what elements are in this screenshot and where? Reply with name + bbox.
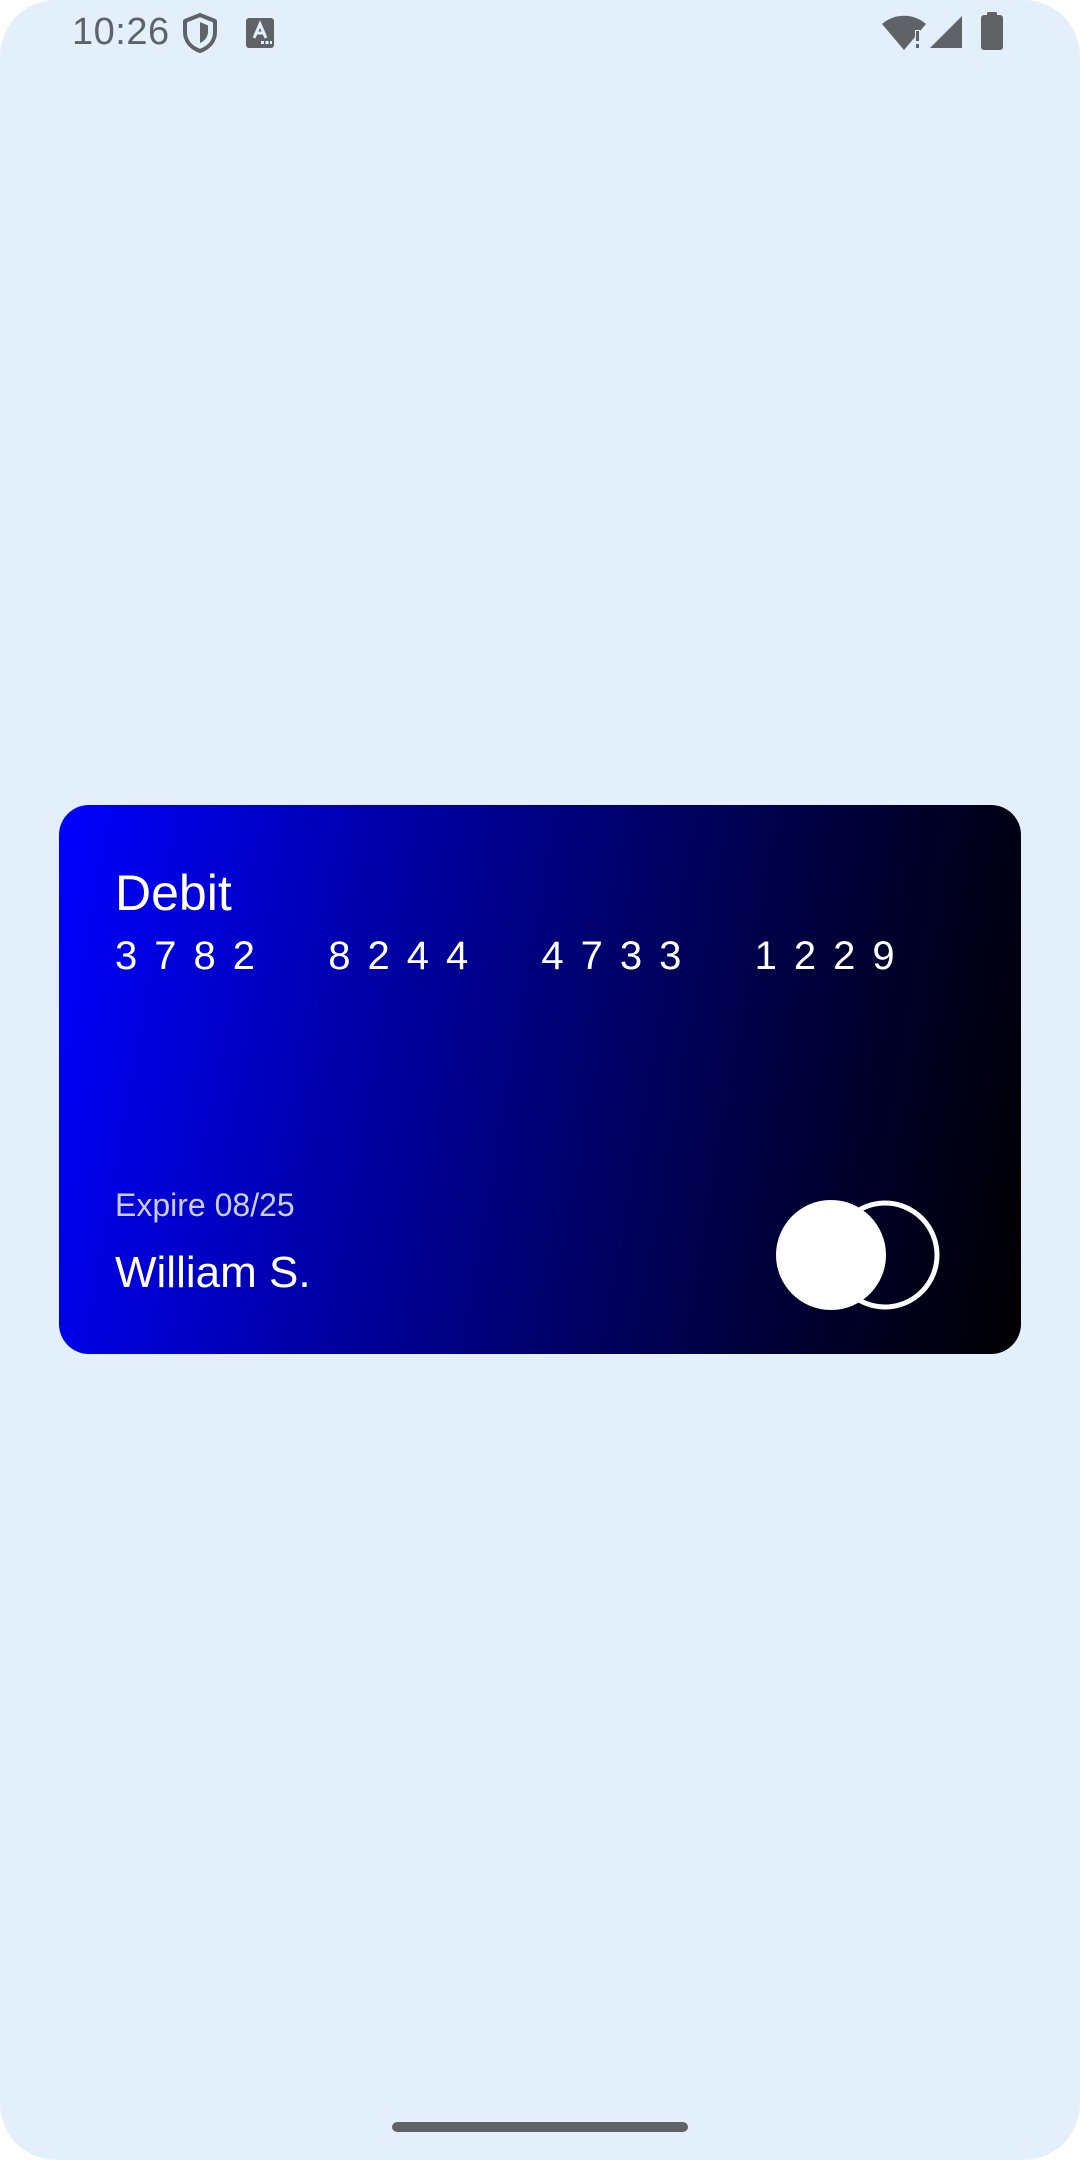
keyboard-a-icon bbox=[246, 18, 274, 48]
status-bar: 10:26 bbox=[0, 0, 1080, 64]
battery-icon bbox=[981, 12, 1003, 50]
home-indicator[interactable] bbox=[392, 2122, 688, 2132]
signal-icon bbox=[930, 16, 962, 48]
card-holder-name: William S. bbox=[115, 1248, 311, 1297]
wifi-alert-icon bbox=[882, 15, 926, 50]
debit-card[interactable]: Debit 3782 8244 4733 1229 Expire 08/25 W… bbox=[59, 805, 1021, 1354]
card-network-logo-icon bbox=[776, 1200, 940, 1310]
card-expiry: Expire 08/25 bbox=[115, 1187, 295, 1223]
shield-icon bbox=[183, 13, 217, 53]
screen: 10:26 Debit 3782 8244 4733 1229 Expire 0… bbox=[0, 0, 1080, 2160]
card-number: 3782 8244 4733 1229 bbox=[115, 934, 912, 978]
card-type-label: Debit bbox=[115, 865, 232, 921]
status-time: 10:26 bbox=[72, 11, 170, 53]
